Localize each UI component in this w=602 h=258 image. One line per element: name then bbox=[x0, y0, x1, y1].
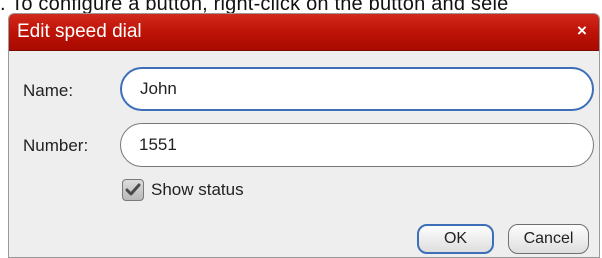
dialog-titlebar: Edit speed dial × bbox=[9, 14, 599, 51]
close-icon[interactable]: × bbox=[573, 22, 591, 40]
name-field[interactable] bbox=[120, 67, 594, 111]
dialog-title: Edit speed dial bbox=[17, 21, 142, 42]
number-label: Number: bbox=[23, 136, 89, 155]
show-status-label: Show status bbox=[151, 180, 244, 199]
checkmark-icon bbox=[125, 183, 141, 196]
cancel-button[interactable]: Cancel bbox=[508, 224, 589, 254]
name-label: Name: bbox=[23, 81, 74, 100]
edit-speed-dial-dialog: Edit speed dial × Name: Number: Show sta… bbox=[8, 13, 600, 258]
number-field[interactable] bbox=[120, 123, 594, 167]
show-status-checkbox[interactable] bbox=[122, 179, 144, 201]
ok-button[interactable]: OK bbox=[417, 224, 494, 254]
